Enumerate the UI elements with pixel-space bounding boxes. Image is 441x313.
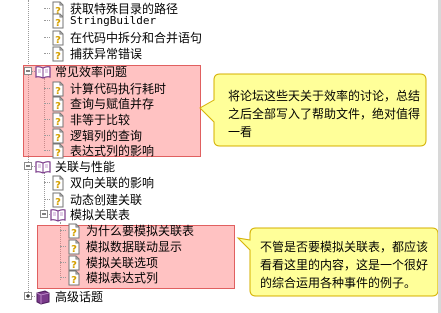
callout-line: 之后全部写入了帮助文件，绝对值得	[228, 107, 421, 121]
callout-line: 的综合运用各种事件的例子。	[260, 276, 417, 290]
callout-text-2: 不管是否要模拟关联表，都应该 看看这里的内容，这是一个很好 的综合运用各种事件的…	[260, 238, 436, 292]
callout-line: 将论坛这些天关于效率的讨论，总结	[228, 89, 421, 103]
callout-text-1: 将论坛这些天关于效率的讨论，总结 之后全部写入了帮助文件，绝对值得 一看	[228, 87, 424, 141]
help-contents-pane: ? 获取特殊目录的路径 ? StringBuilder ? 在代码中拆分和合并语…	[0, 0, 441, 313]
callout-line: 不管是否要模拟关联表，都应该	[260, 240, 429, 254]
callout-line: 一看	[228, 125, 253, 139]
callout-line: 看看这里的内容，这是一个很好	[260, 258, 429, 272]
